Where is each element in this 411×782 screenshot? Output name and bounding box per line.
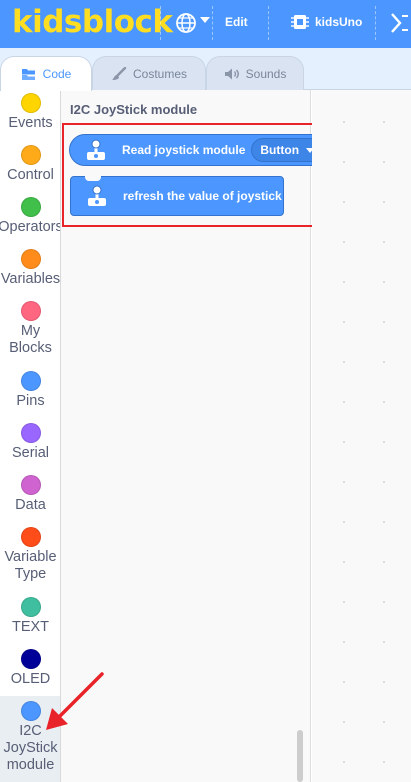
tab-sounds[interactable]: Sounds (206, 56, 304, 90)
menu-divider (375, 6, 376, 40)
category-dot-icon (20, 197, 41, 217)
language-globe-icon[interactable] (175, 12, 197, 34)
paintbrush-icon (111, 66, 127, 80)
code-workspace[interactable] (312, 90, 411, 782)
block-category-menu: Events Control Operators Variables My Bl… (0, 90, 61, 782)
category-label: Data (15, 497, 46, 513)
tab-code[interactable]: Code (0, 56, 92, 91)
tab-costumes[interactable]: Costumes (92, 56, 206, 90)
category-operators[interactable]: Operators (0, 197, 61, 236)
category-label: Serial (11, 445, 50, 461)
category-label: Variable Type (4, 549, 57, 582)
category-serial[interactable]: Serial (0, 423, 60, 462)
category-dot-icon (20, 701, 41, 721)
category-label: Variables (0, 271, 61, 287)
palette-section-title: I2C JoyStick module (70, 102, 198, 117)
category-my-blocks[interactable]: My Blocks (0, 301, 60, 357)
language-dropdown-chevron-icon[interactable] (200, 17, 210, 23)
code-blocks-icon (21, 69, 35, 80)
category-data[interactable]: Data (0, 475, 60, 514)
board-chip-icon[interactable] (290, 12, 310, 32)
category-pins[interactable]: Pins (0, 371, 60, 410)
category-label: Pins (16, 393, 45, 409)
category-dot-icon (20, 475, 41, 495)
category-label: I2C JoyStick module (3, 723, 58, 773)
menu-divider (160, 6, 161, 40)
category-label: TEXT (11, 619, 50, 635)
category-label: Events (8, 115, 53, 131)
category-variable-type[interactable]: Variable Type (0, 527, 60, 583)
menu-divider (268, 6, 269, 40)
tab-costumes-label: Costumes (132, 66, 188, 81)
category-label: Control (7, 167, 54, 183)
palette-scrollbar[interactable] (297, 730, 303, 782)
category-i2c-joystick-module[interactable]: I2C JoyStick module (0, 696, 60, 782)
category-control[interactable]: Control (0, 145, 60, 184)
category-dot-icon (20, 649, 41, 669)
board-selector[interactable]: kidsUno (315, 15, 362, 29)
menu-divider (212, 6, 213, 40)
category-oled[interactable]: OLED (0, 649, 60, 688)
category-dot-icon (20, 527, 41, 547)
category-dot-icon (20, 371, 41, 391)
category-dot-icon (20, 301, 41, 321)
tab-code-label: Code (42, 67, 72, 81)
category-label: My Blocks (9, 323, 52, 356)
category-dot-icon (20, 93, 41, 113)
category-dot-icon (20, 423, 41, 443)
category-text[interactable]: TEXT (0, 597, 60, 636)
app-logo[interactable]: kidsblock (12, 4, 173, 40)
connection-plug-icon[interactable] (388, 10, 410, 36)
edit-menu[interactable]: Edit (225, 15, 248, 29)
editor-tabs: Code Costumes Sounds (0, 48, 411, 91)
category-dot-icon (20, 249, 41, 269)
category-variables[interactable]: Variables (0, 249, 61, 288)
category-label: Operators (0, 219, 61, 235)
menu-bar: kidsblock Edit kidsUno (0, 0, 411, 48)
speaker-icon (224, 68, 239, 79)
category-events[interactable]: Events (0, 93, 60, 132)
category-label: OLED (10, 671, 51, 687)
tab-sounds-label: Sounds (245, 66, 287, 81)
category-dot-icon (20, 145, 41, 165)
category-dot-icon (20, 597, 41, 617)
